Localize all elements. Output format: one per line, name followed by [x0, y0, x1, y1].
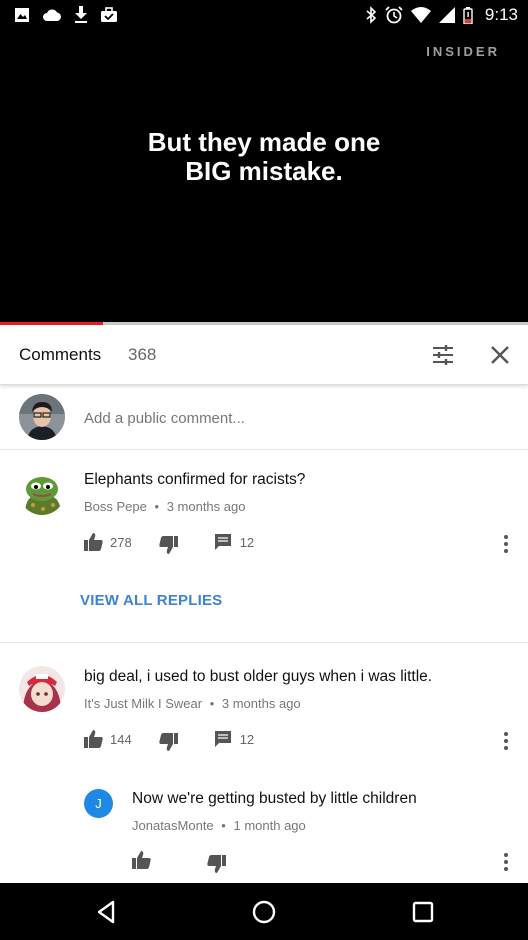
thumbs-down-icon: [159, 536, 178, 554]
reply-item: J Now we're getting busted by little chi…: [0, 770, 528, 883]
system-nav-bar: [0, 883, 528, 940]
video-caption: But they made one BIG mistake.: [0, 128, 528, 186]
comment-thread: Elephants confirmed for racists? Boss Pe…: [0, 451, 528, 641]
like-button[interactable]: [132, 851, 152, 869]
reply-time: 1 month ago: [233, 818, 306, 833]
caption-line-2: BIG mistake.: [185, 156, 343, 186]
meta-separator: •: [209, 696, 215, 711]
reply-author[interactable]: JonatasMonte: [132, 818, 214, 833]
add-comment-input[interactable]: Add a public comment...: [84, 410, 245, 427]
comment-text: big deal, i used to bust older guys when…: [84, 668, 433, 685]
alarm-icon: [385, 6, 403, 24]
bluetooth-icon: [366, 6, 377, 24]
brand-watermark: INSIDER: [426, 44, 500, 59]
sort-filter-icon[interactable]: [431, 343, 455, 367]
image-icon: [15, 7, 29, 22]
reply-count: 12: [239, 731, 255, 747]
back-icon[interactable]: [92, 897, 122, 927]
comment-icon: [214, 534, 231, 550]
thumbs-up-icon: [84, 533, 103, 551]
comment-actions: 144 12: [84, 730, 254, 751]
thumbs-up-icon: [132, 851, 151, 869]
comment-time: 3 months ago: [166, 499, 246, 514]
more-vert-icon[interactable]: [498, 534, 514, 554]
reply-button[interactable]: 12: [214, 730, 254, 748]
add-comment-row[interactable]: Add a public comment...: [0, 386, 528, 450]
cloud-icon: [43, 9, 61, 21]
briefcase-icon: [101, 6, 117, 22]
comments-count: 368: [128, 345, 157, 364]
reply-meta: JonatasMonte • 1 month ago: [132, 818, 306, 833]
home-icon[interactable]: [249, 897, 279, 927]
caption-line-1: But they made one: [147, 127, 381, 157]
status-bar: 9:13: [0, 0, 528, 30]
comment-time: 3 months ago: [221, 696, 301, 711]
more-vert-icon[interactable]: [498, 852, 514, 872]
dislike-button[interactable]: [158, 730, 178, 751]
like-button[interactable]: 278: [84, 533, 132, 551]
signal-icon: [438, 7, 455, 23]
comment-author[interactable]: Boss Pepe: [84, 499, 147, 514]
battery-icon: [463, 6, 473, 24]
like-button[interactable]: 144: [84, 730, 132, 748]
video-player[interactable]: INSIDER But they made one BIG mistake.: [0, 30, 528, 323]
comments-title: Comments: [19, 345, 102, 364]
comment-thread: big deal, i used to bust older guys when…: [0, 648, 528, 768]
comment-icon: [214, 731, 231, 747]
commenter-avatar[interactable]: [19, 469, 65, 515]
reply-actions: [132, 851, 226, 873]
thumbs-up-icon: [84, 730, 103, 748]
meta-separator: •: [154, 499, 160, 514]
reply-text: Now we're getting busted by little child…: [132, 790, 417, 807]
comment-author[interactable]: It's Just Milk I Swear: [84, 696, 202, 711]
close-icon[interactable]: [488, 343, 512, 367]
comment-text: Elephants confirmed for racists?: [84, 471, 306, 488]
reply-avatar[interactable]: J: [84, 789, 113, 818]
clock-time: 9:13: [484, 5, 518, 24]
download-icon: [75, 6, 87, 23]
reply-button[interactable]: 12: [214, 533, 254, 551]
like-count: 144: [110, 731, 132, 747]
like-count: 278: [110, 534, 132, 550]
reply-count: 12: [239, 534, 255, 550]
divider: [0, 642, 528, 643]
recents-icon[interactable]: [408, 897, 438, 927]
user-avatar: [19, 394, 65, 440]
dislike-button[interactable]: [206, 851, 226, 873]
meta-separator: •: [221, 818, 226, 833]
thumbs-down-icon: [207, 855, 226, 873]
comment-meta: It's Just Milk I Swear • 3 months ago: [84, 696, 301, 711]
comments-header: Comments 368: [0, 325, 528, 385]
commenter-avatar[interactable]: [19, 666, 65, 712]
comment-meta: Boss Pepe • 3 months ago: [84, 499, 245, 514]
comment-actions: 278 12: [84, 533, 254, 554]
thumbs-down-icon: [159, 733, 178, 751]
more-vert-icon[interactable]: [498, 731, 514, 751]
wifi-icon: [410, 7, 431, 23]
dislike-button[interactable]: [158, 533, 178, 554]
view-all-replies-link[interactable]: VIEW ALL REPLIES: [80, 592, 222, 609]
